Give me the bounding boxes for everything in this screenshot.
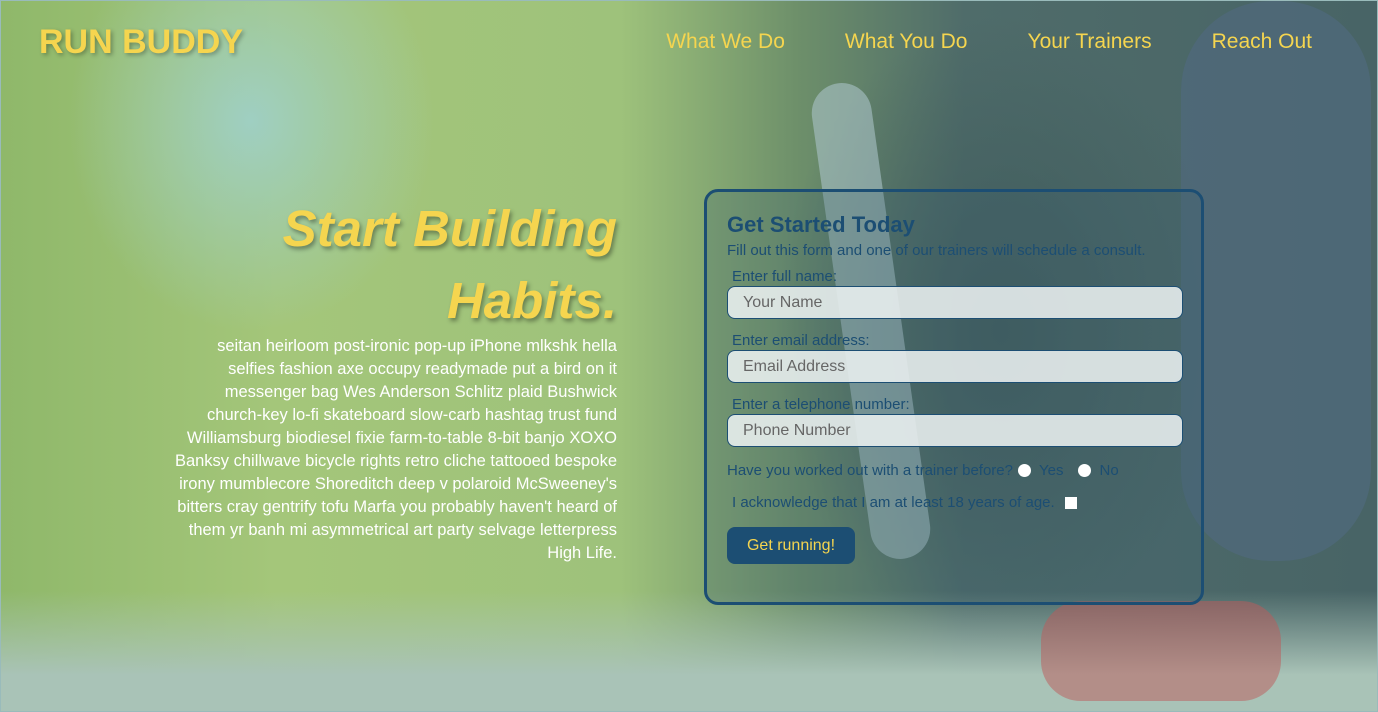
background-shoe xyxy=(1041,601,1281,701)
trainer-question-label: Have you worked out with a trainer befor… xyxy=(727,462,1013,479)
form-title: Get Started Today xyxy=(727,212,915,237)
main-nav: What We Do What You Do Your Trainers Rea… xyxy=(666,30,1312,54)
hero-body: seitan heirloom post-ironic pop-up iPhon… xyxy=(174,337,617,562)
email-input[interactable] xyxy=(727,350,1183,383)
age-ack-label: I acknowledge that I am at least 18 year… xyxy=(732,494,1055,511)
phone-label: Enter a telephone number: xyxy=(732,396,910,413)
submit-button[interactable]: Get running! xyxy=(727,527,855,564)
email-label: Enter email address: xyxy=(732,332,870,349)
nav-your-trainers[interactable]: Your Trainers xyxy=(1027,30,1151,54)
nav-what-we-do[interactable]: What We Do xyxy=(666,30,785,54)
radio-yes-label[interactable]: Yes xyxy=(1039,462,1063,479)
hero-title: Start Building Habits. xyxy=(171,193,617,337)
phone-input[interactable] xyxy=(727,414,1183,447)
hero-intro: Start Building Habits. seitan heirloom po… xyxy=(171,193,617,565)
form-subtitle: Fill out this form and one of our traine… xyxy=(727,242,1146,259)
trainer-question: Have you worked out with a trainer befor… xyxy=(727,462,1181,479)
hero-title-line2: Habits. xyxy=(446,272,617,329)
radio-no-label[interactable]: No xyxy=(1099,462,1118,479)
logo[interactable]: RUN BUDDY xyxy=(39,23,243,62)
radio-yes[interactable] xyxy=(1018,464,1031,477)
age-checkbox[interactable] xyxy=(1064,496,1077,509)
age-acknowledgement: I acknowledge that I am at least 18 year… xyxy=(732,494,1181,511)
background-runner xyxy=(1181,1,1371,561)
header: RUN BUDDY What We Do What You Do Your Tr… xyxy=(1,1,1377,81)
name-label: Enter full name: xyxy=(732,268,838,285)
hero-title-line1: Start Building xyxy=(282,200,617,257)
name-input[interactable] xyxy=(727,286,1183,319)
radio-no[interactable] xyxy=(1078,464,1092,477)
signup-form: Get Started Today Fill out this form and… xyxy=(704,189,1204,605)
nav-what-you-do[interactable]: What You Do xyxy=(845,30,968,54)
nav-reach-out[interactable]: Reach Out xyxy=(1212,30,1312,54)
